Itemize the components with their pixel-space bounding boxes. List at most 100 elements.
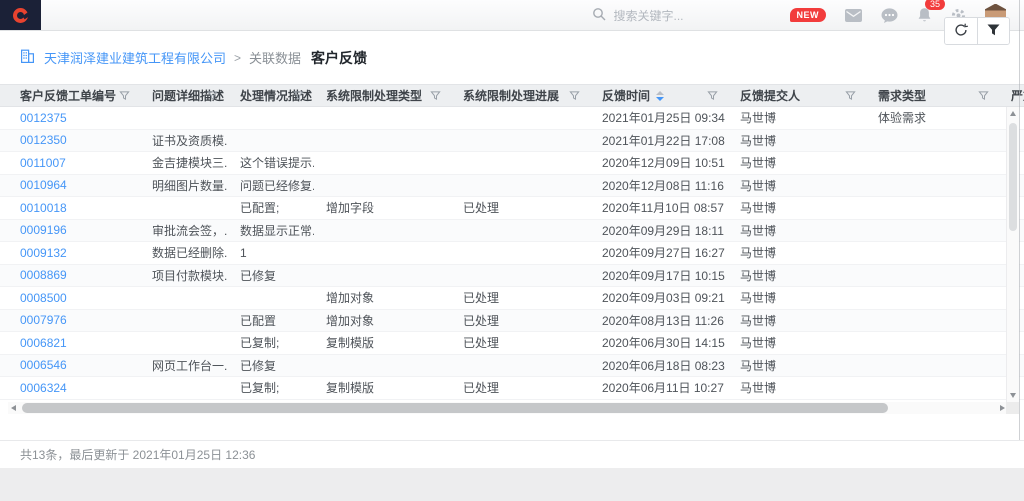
column-header-5: 系统限制处理进展 (451, 85, 590, 106)
record-id-link[interactable]: 0006546 (8, 358, 140, 372)
submitter-cell: 马世博 (728, 357, 866, 374)
limit-progress-cell: 已处理 (451, 334, 590, 351)
submitter-cell: 马世博 (728, 154, 866, 171)
record-id-link[interactable]: 0012350 (8, 133, 140, 147)
column-header-6: 反馈时间 (590, 85, 728, 106)
filter-button[interactable] (977, 18, 1009, 44)
submitter-cell: 马世博 (728, 132, 866, 149)
record-id-link[interactable]: 0007976 (8, 313, 140, 327)
filter-funnel-icon[interactable] (119, 90, 130, 104)
logo-c-icon (13, 8, 28, 23)
record-id-link[interactable]: 0010018 (8, 201, 140, 215)
scroll-left-arrow-icon[interactable] (11, 405, 16, 411)
table-header: 客户反馈工单编号问题详细描述处理情况描述系统限制处理类型系统限制处理进展反馈时间… (0, 84, 1024, 107)
record-id-link[interactable]: 0008869 (8, 268, 140, 282)
new-badge[interactable]: NEW (790, 8, 827, 22)
submitter-cell: 马世博 (728, 177, 866, 194)
feedback-time-cell: 2020年12月08日 11:16 (590, 177, 728, 194)
limit-type-cell: 复制模版 (314, 334, 451, 351)
issue-desc-cell: 审批流会签，... (140, 222, 228, 239)
column-header-2: 问题详细描述 (140, 85, 228, 106)
vertical-scroll-thumb[interactable] (1009, 123, 1017, 231)
column-header-9: 严重 (999, 85, 1024, 106)
chat-bubble-icon[interactable] (881, 8, 898, 23)
breadcrumb-company-link[interactable]: 天津润泽建业建筑工程有限公司 (44, 48, 226, 67)
feedback-time-cell: 2020年09月17日 10:15 (590, 267, 728, 284)
feedback-time-cell: 2020年12月09日 10:51 (590, 154, 728, 171)
column-header-7: 反馈提交人 (728, 85, 866, 106)
feedback-time-cell: 2020年09月29日 18:11 (590, 222, 728, 239)
global-search[interactable]: 搜索关键字... (592, 7, 762, 24)
mail-envelope-icon[interactable] (845, 9, 862, 22)
issue-desc-cell: 金吉捷模块三... (140, 154, 228, 171)
record-summary: 共13条，最后更新于 2021年01月25日 12:36 (20, 446, 255, 463)
submitter-cell: 马世博 (728, 289, 866, 306)
record-id-link[interactable]: 0009196 (8, 223, 140, 237)
handling-desc-cell: 已复制; (228, 379, 314, 396)
feedback-time-cell: 2020年11月10日 08:57 (590, 199, 728, 216)
scroll-down-arrow-icon[interactable] (1010, 393, 1016, 398)
breadcrumb: 天津润泽建业建筑工程有限公司 > 关联数据 客户反馈 (0, 31, 1024, 84)
table-toolbar (944, 17, 1010, 45)
record-id-link[interactable]: 0011007 (8, 156, 140, 170)
issue-desc-cell: 项目付款模块... (140, 267, 228, 284)
submitter-cell: 马世博 (728, 312, 866, 329)
handling-desc-cell: 问题已经修复... (228, 177, 314, 194)
record-id-link[interactable]: 0006821 (8, 336, 140, 350)
horizontal-scrollbar[interactable] (8, 402, 1008, 414)
column-label: 反馈提交人 (740, 87, 800, 104)
filter-funnel-icon[interactable] (978, 90, 989, 104)
feedback-time-cell: 2020年06月30日 14:15 (590, 334, 728, 351)
content-right-edge (1019, 0, 1020, 468)
filter-funnel-icon[interactable] (569, 90, 580, 104)
filter-funnel-icon[interactable] (207, 90, 218, 104)
record-id-link[interactable]: 0010964 (8, 178, 140, 192)
record-id-link[interactable]: 0009132 (8, 246, 140, 260)
topbar: 搜索关键字... NEW 35 (0, 0, 1024, 31)
feedback-time-cell: 2020年06月18日 08:23 (590, 357, 728, 374)
filter-funnel-icon[interactable] (430, 90, 441, 104)
limit-type-cell: 复制模版 (314, 379, 451, 396)
search-input[interactable]: 搜索关键字... (614, 7, 684, 24)
refresh-button[interactable] (945, 18, 977, 44)
handling-desc-cell: 已配置; (228, 199, 314, 216)
record-id-link[interactable]: 0006324 (8, 381, 140, 395)
scrollbar-corner (1006, 402, 1019, 414)
column-header-8: 需求类型 (866, 85, 999, 106)
issue-desc-cell: 明细图片数量... (140, 177, 228, 194)
column-header-1: 客户反馈工单编号 (8, 85, 140, 106)
record-id-link[interactable]: 0008500 (8, 291, 140, 305)
filter-funnel-icon[interactable] (845, 90, 856, 104)
column-label: 系统限制处理进展 (463, 87, 559, 104)
table-row: 0006324已复制;复制模版已处理2020年06月11日 10:27马世博 (0, 377, 1024, 400)
scroll-right-arrow-icon[interactable] (1000, 405, 1005, 411)
feedback-time-cell: 2020年09月03日 09:21 (590, 289, 728, 306)
horizontal-scroll-thumb[interactable] (22, 403, 888, 413)
filter-funnel-icon[interactable] (707, 90, 718, 104)
limit-type-cell: 增加对象 (314, 289, 451, 306)
table-row: 0012350证书及资质模...2021年01月22日 17:08马世博 (0, 130, 1024, 153)
column-header-3: 处理情况描述 (228, 85, 314, 106)
handling-desc-cell: 已复制; (228, 334, 314, 351)
handling-desc-cell: 已配置 (228, 312, 314, 329)
scroll-up-arrow-icon[interactable] (1010, 111, 1016, 116)
feedback-time-cell: 2020年08月13日 11:26 (590, 312, 728, 329)
submitter-cell: 马世博 (728, 222, 866, 239)
record-id-link[interactable]: 0012375 (8, 111, 140, 125)
submitter-cell: 马世博 (728, 244, 866, 261)
limit-progress-cell: 已处理 (451, 312, 590, 329)
feedback-time-cell: 2021年01月25日 09:34 (590, 109, 728, 126)
app-logo[interactable] (0, 0, 41, 30)
notification-count-badge: 35 (925, 0, 945, 10)
submitter-cell: 马世博 (728, 109, 866, 126)
table-row: 0012375 2021年01月25日 09:34马世博体验需求 (0, 107, 1024, 130)
demand-type-cell: 体验需求 (866, 109, 999, 126)
filter-funnel-icon[interactable] (293, 90, 304, 104)
sort-desc-icon[interactable] (656, 91, 664, 101)
vertical-scrollbar[interactable] (1006, 107, 1019, 402)
breadcrumb-section-link[interactable]: 关联数据 (249, 48, 301, 67)
column-label: 反馈时间 (602, 87, 650, 104)
bell-icon[interactable]: 35 (917, 7, 932, 23)
issue-desc-cell: 数据已经删除... (140, 244, 228, 261)
limit-type-cell: 增加对象 (314, 312, 451, 329)
